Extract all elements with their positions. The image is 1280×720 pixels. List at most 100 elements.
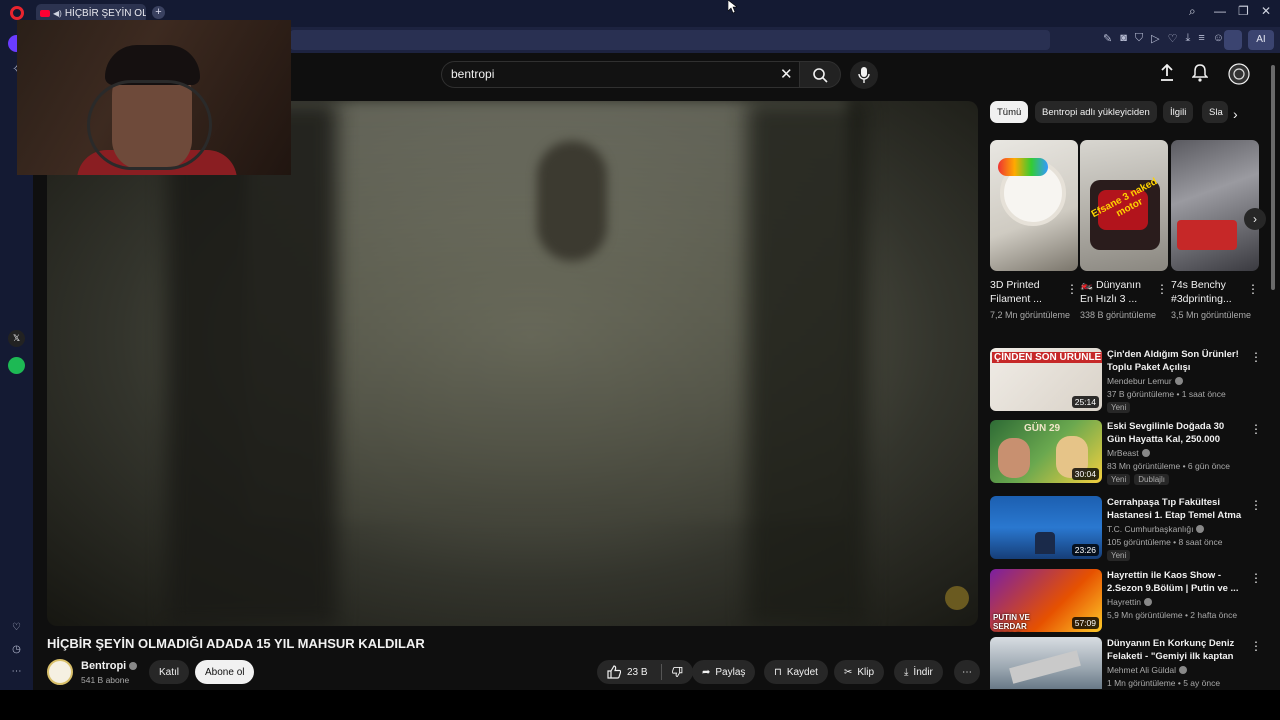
- video-player[interactable]: [47, 101, 978, 626]
- opera-logo-icon[interactable]: [10, 6, 24, 20]
- channel-name[interactable]: Bentropi: [81, 660, 138, 672]
- video-thumbnail: [990, 637, 1102, 689]
- play-icon[interactable]: ▷: [1151, 32, 1159, 45]
- more-vert-icon[interactable]: ⋮: [1247, 282, 1259, 296]
- voice-search-button[interactable]: [850, 61, 878, 89]
- short-item[interactable]: Efsane 3 naked motor 🏍️ Dünyanın En Hızl…: [1080, 140, 1168, 322]
- notifications-bell-icon[interactable]: [1192, 64, 1208, 82]
- chevron-right-icon[interactable]: ›: [1233, 106, 1238, 122]
- profile-icon[interactable]: ☺: [1213, 32, 1224, 45]
- verified-icon: [1178, 666, 1187, 674]
- short-views: 3,5 Mn görüntüleme: [1171, 310, 1252, 320]
- like-button[interactable]: 23 B: [607, 665, 648, 679]
- chip-from-uploader[interactable]: Bentropi adlı yükleyiciden: [1035, 101, 1157, 123]
- heart-icon[interactable]: ♡: [1168, 32, 1178, 45]
- search-button[interactable]: [799, 61, 841, 88]
- video-thumbnail: GÜN 29 30:04: [990, 420, 1102, 483]
- youtube-favicon-icon: [40, 10, 50, 17]
- like-count: 23 B: [627, 666, 648, 678]
- video-title: HİÇBİR ŞEYİN OLMADIĞI ADADA 15 YIL MAHSU…: [47, 636, 425, 651]
- more-actions-button[interactable]: ⋯: [954, 660, 980, 684]
- shorts-next-button[interactable]: ›: [1244, 208, 1266, 230]
- chip-all[interactable]: Tümü: [990, 101, 1029, 123]
- new-tab-button[interactable]: +: [152, 6, 165, 19]
- channel-watermark-icon[interactable]: [945, 586, 969, 610]
- new-badge: Yeni: [1107, 474, 1131, 485]
- thumbnail-text: GÜN 29: [1024, 423, 1061, 434]
- more-vert-icon[interactable]: ⋮: [1250, 350, 1262, 364]
- dubbed-badge: Dublajlı: [1134, 474, 1169, 485]
- download-button[interactable]: ⤓ İndir: [894, 660, 943, 684]
- recommendation-channel: MrBeast: [1107, 448, 1150, 458]
- edit-icon[interactable]: ✎: [1103, 32, 1112, 45]
- more-vert-icon[interactable]: ⋮: [1250, 639, 1260, 653]
- clip-button[interactable]: ✂ Klip: [834, 660, 885, 684]
- thumbnail-text: ÇİNDEN SON ÜRÜNLER: [992, 352, 1102, 363]
- recommendation-item[interactable]: ÇİNDEN SON ÜRÜNLER 25:14 Çin'den Aldığım…: [990, 348, 1262, 413]
- video-duration: 23:26: [1071, 544, 1099, 556]
- search-tabs-icon[interactable]: ⌕: [1189, 4, 1196, 19]
- x-twitter-icon[interactable]: 𝕏: [8, 330, 25, 347]
- close-icon[interactable]: ✕: [1261, 4, 1271, 18]
- history-icon[interactable]: ◷: [8, 641, 25, 658]
- thumbs-down-icon[interactable]: [672, 665, 683, 679]
- short-item[interactable]: 3D Printed Filament ... 7,2 Mn görüntüle…: [990, 140, 1078, 322]
- new-badge: Yeni: [1107, 550, 1131, 561]
- speaker-icon[interactable]: ◀): [53, 9, 62, 18]
- recommendation-item[interactable]: Dünyanın En Korkunç Deniz Felaketi - "Ge…: [990, 637, 1260, 689]
- recommendation-item[interactable]: PUTIN VE SERDAR ORTAÇ 57:09 Hayrettin il…: [990, 569, 1262, 633]
- more-icon[interactable]: ⋯: [8, 663, 25, 680]
- join-button[interactable]: Katıl: [149, 660, 190, 684]
- upload-icon[interactable]: [1160, 64, 1174, 82]
- channel-avatar[interactable]: [47, 659, 73, 685]
- webcam-overlay: [17, 20, 291, 175]
- chip-more[interactable]: Sla: [1202, 101, 1228, 123]
- recommendation-title: Cerrahpaşa Tıp Fakültesi Hastanesi 1. Et…: [1107, 497, 1242, 521]
- short-title: 3D Printed Filament ...: [990, 279, 1042, 305]
- more-vert-icon[interactable]: ⋮: [1250, 498, 1262, 512]
- address-bar[interactable]: [290, 30, 1050, 50]
- tab-title: HİÇBİR ŞEYİN OLMADI: [64, 8, 146, 19]
- search-query: bentropi: [451, 67, 495, 81]
- toolbar-icons: ✎ ◙ ⛉ ▷ ♡ ⤓ ≡ ☺: [1103, 32, 1224, 45]
- camera-icon[interactable]: ◙: [1120, 32, 1127, 45]
- restore-icon[interactable]: ❐: [1238, 4, 1249, 18]
- scrollbar[interactable]: [1271, 65, 1275, 290]
- verified-icon: [1141, 449, 1150, 457]
- more-vert-icon[interactable]: ⋮: [1250, 571, 1262, 585]
- chip-related[interactable]: İlgili: [1163, 101, 1194, 123]
- download-icon[interactable]: ⤓: [1185, 32, 1190, 45]
- spotify-icon[interactable]: [8, 357, 25, 374]
- menu-icon[interactable]: ≡: [1198, 32, 1204, 45]
- short-title: 74s Benchy #3dprinting...: [1171, 279, 1232, 305]
- recommendation-meta: 5,9 Mn görüntüleme • 2 hafta önce: [1107, 610, 1238, 620]
- save-button[interactable]: ⊓ Kaydet: [764, 660, 828, 684]
- video-frame-hand: [537, 141, 607, 261]
- search-input[interactable]: [441, 61, 799, 88]
- video-thumbnail: ÇİNDEN SON ÜRÜNLER 25:14: [990, 348, 1102, 411]
- recommendation-item[interactable]: GÜN 29 30:04 Eski Sevgilinle Doğada 30 G…: [990, 420, 1262, 485]
- video-frame-figure: [747, 101, 867, 626]
- account-avatar[interactable]: [1228, 63, 1250, 85]
- thumbs-up-icon: [607, 665, 621, 679]
- clear-search-icon[interactable]: ✕: [780, 65, 793, 83]
- minimize-icon[interactable]: —: [1214, 4, 1226, 18]
- heart-icon[interactable]: ♡: [8, 619, 25, 636]
- subscribe-button[interactable]: Abone ol: [195, 660, 255, 684]
- more-vert-icon[interactable]: ⋮: [1066, 282, 1078, 296]
- short-title: 🏍️ Dünyanın En Hızlı 3 ...: [1080, 279, 1141, 305]
- short-item[interactable]: 74s Benchy #3dprinting... 3,5 Mn görüntü…: [1171, 140, 1259, 322]
- short-views: 7,2 Mn görüntüleme: [990, 310, 1071, 320]
- recommendation-title: Hayrettin ile Kaos Show - 2.Sezon 9.Bölü…: [1107, 570, 1239, 594]
- recommendation-channel: Hayrettin: [1107, 597, 1153, 607]
- more-vert-icon[interactable]: ⋮: [1250, 422, 1262, 436]
- new-badge: Yeni: [1107, 402, 1131, 413]
- share-button[interactable]: ➦ Paylaş: [692, 660, 756, 684]
- shield-icon[interactable]: ⛉: [1135, 32, 1143, 45]
- recommendation-item[interactable]: 23:26 Cerrahpaşa Tıp Fakültesi Hastanesi…: [990, 496, 1262, 561]
- ai-button[interactable]: AI: [1248, 30, 1274, 50]
- extensions-button[interactable]: [1224, 30, 1242, 50]
- more-vert-icon[interactable]: ⋮: [1156, 282, 1168, 296]
- subscriber-count: 541 B abone: [81, 675, 130, 685]
- recommendation-title: Dünyanın En Korkunç Deniz Felaketi - "Ge…: [1107, 638, 1235, 662]
